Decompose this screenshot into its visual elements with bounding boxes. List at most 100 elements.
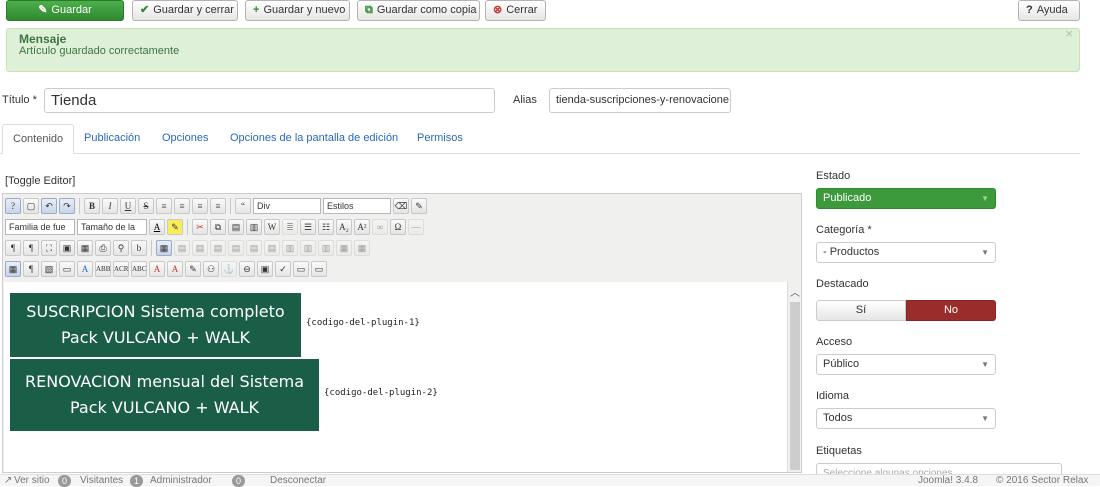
rtl-icon[interactable]: ¶ — [23, 240, 39, 256]
superscript-icon[interactable]: A² — [354, 219, 370, 235]
logout-link[interactable]: Desconectar — [270, 475, 326, 487]
insert-col-before-icon[interactable]: ▥ — [282, 240, 298, 256]
blockquote-icon[interactable]: “ — [235, 198, 251, 214]
styles-icon[interactable]: A — [77, 261, 93, 277]
save-button[interactable]: ✎ Guardar — [6, 0, 124, 21]
insert-text-icon[interactable]: A — [167, 261, 183, 277]
editor-scrollbar[interactable]: ︿ — [787, 282, 801, 472]
tab-permisos[interactable]: Permisos — [407, 124, 473, 154]
delete-col-icon[interactable]: ▥ — [318, 240, 334, 256]
insert-col-after-icon[interactable]: ▥ — [300, 240, 316, 256]
save-close-button[interactable]: ✔ Guardar y cerrar — [132, 0, 238, 21]
alias-input[interactable]: tienda-suscripciones-y-renovacione — [549, 88, 731, 113]
subscript-icon[interactable]: A₂ — [336, 219, 352, 235]
align-justify-icon[interactable]: ≡ — [210, 198, 226, 214]
estado-select[interactable]: Publicado ▼ — [816, 188, 996, 209]
code-icon[interactable]: ▭ — [311, 261, 327, 277]
acronym-icon[interactable]: ACR — [113, 261, 129, 277]
paste-text-icon[interactable]: ▥ — [246, 219, 262, 235]
categoria-select[interactable]: - Productos ▼ — [816, 242, 996, 263]
ltr-icon[interactable]: ¶ — [5, 240, 21, 256]
help-button[interactable]: ? Ayuda — [1018, 0, 1080, 21]
cite-icon[interactable]: ABC — [131, 261, 147, 277]
scrollbar-thumb[interactable] — [790, 302, 800, 470]
link-icon[interactable]: ∞ — [372, 219, 388, 235]
tab-publicacion[interactable]: Publicación — [74, 124, 150, 154]
align-left-icon[interactable]: ≡ — [156, 198, 172, 214]
preview-icon[interactable]: ▣ — [257, 261, 273, 277]
visual-aid-icon[interactable]: ▦ — [5, 261, 21, 277]
tab-opciones-pantalla[interactable]: Opciones de la pantalla de edición — [220, 124, 408, 154]
toggle-editor-link[interactable]: [Toggle Editor] — [5, 175, 75, 187]
fullscreen-icon[interactable]: ⛶ — [41, 240, 57, 256]
undo-icon[interactable]: ↶ — [41, 198, 57, 214]
editor-content[interactable]: SUSCRIPCION Sistema completo Pack VULCAN… — [4, 282, 789, 472]
close-button[interactable]: ⊗ Cerrar — [485, 0, 546, 21]
spellcheck-icon[interactable]: ✓ — [275, 261, 291, 277]
highlight-icon[interactable]: ✎ — [167, 219, 183, 235]
cell-props-icon[interactable]: ▤ — [210, 240, 226, 256]
destacado-no-button[interactable]: No — [906, 300, 996, 321]
template-icon[interactable]: ▧ — [41, 261, 57, 277]
paste-word-icon[interactable]: W — [264, 219, 280, 235]
help-icon[interactable]: ? — [5, 198, 21, 214]
view-site-link[interactable]: Ver sitio — [14, 475, 50, 487]
redo-icon[interactable]: ↷ — [59, 198, 75, 214]
bold-icon[interactable]: B — [84, 198, 100, 214]
media-icon[interactable]: ▦ — [77, 240, 93, 256]
omega-icon[interactable]: Ω — [390, 219, 406, 235]
strikethrough-icon[interactable]: S — [138, 198, 154, 214]
cut-icon[interactable]: ✂ — [192, 219, 208, 235]
save-new-button[interactable]: + Guardar y nuevo — [245, 0, 350, 21]
iframe-icon[interactable]: ▭ — [59, 261, 75, 277]
replace-icon[interactable]: b — [131, 240, 147, 256]
attributes-icon[interactable]: ✎ — [185, 261, 201, 277]
merge-cells-icon[interactable]: ▦ — [354, 240, 370, 256]
font-family-select[interactable]: Familia de fue — [5, 219, 75, 235]
horizontal-rule-icon[interactable]: — — [408, 219, 424, 235]
italic-icon[interactable]: I — [102, 198, 118, 214]
acceso-select[interactable]: Público ▼ — [816, 354, 996, 375]
search-icon[interactable]: ⚲ — [113, 240, 129, 256]
destacado-si-button[interactable]: Sí — [816, 300, 906, 321]
text-color-icon[interactable]: A — [149, 219, 165, 235]
paste-icon[interactable]: ▤ — [228, 219, 244, 235]
align-right-icon[interactable]: ≡ — [192, 198, 208, 214]
idioma-select[interactable]: Todos ▼ — [816, 408, 996, 429]
delete-text-icon[interactable]: A — [149, 261, 165, 277]
new-document-icon[interactable]: ▢ — [23, 198, 39, 214]
tab-opciones[interactable]: Opciones — [152, 124, 218, 154]
underline-icon[interactable]: U — [120, 198, 136, 214]
format-select[interactable]: Div — [253, 198, 321, 214]
layer-icon[interactable]: ▭ — [293, 261, 309, 277]
print-icon[interactable]: ⎙ — [95, 240, 111, 256]
eraser-icon[interactable]: ⌫ — [393, 198, 409, 214]
success-alert: Mensaje Artículo guardado correctamente … — [6, 26, 1080, 72]
styles-select[interactable]: Estilos — [323, 198, 391, 214]
insert-row-after-icon[interactable]: ▤ — [246, 240, 262, 256]
scroll-up-icon[interactable]: ︿ — [790, 284, 800, 299]
font-size-select[interactable]: Tamaño de la — [77, 219, 147, 235]
find-icon[interactable]: ≣ — [282, 219, 298, 235]
anchor-icon[interactable]: ⚓ — [221, 261, 237, 277]
tab-contenido[interactable]: Contenido — [2, 124, 75, 154]
image-icon[interactable]: ▣ — [59, 240, 75, 256]
copy-icon[interactable]: ⧉ — [210, 219, 226, 235]
row-props-icon[interactable]: ▤ — [192, 240, 208, 256]
delete-row-icon[interactable]: ▤ — [264, 240, 280, 256]
align-center-icon[interactable]: ≡ — [174, 198, 190, 214]
abbr-icon[interactable]: ABB — [95, 261, 111, 277]
split-cells-icon[interactable]: ▦ — [336, 240, 352, 256]
alert-close-icon[interactable]: × — [1065, 26, 1073, 41]
title-input[interactable]: Tienda — [44, 88, 495, 113]
save-copy-button[interactable]: ⧉ Guardar como copia — [357, 0, 480, 21]
show-blocks-icon[interactable]: ¶ — [23, 261, 39, 277]
table-icon[interactable]: ▦ — [156, 240, 172, 256]
numbered-list-icon[interactable]: ☷ — [318, 219, 334, 235]
paint-brush-icon[interactable]: ✎ — [411, 198, 427, 214]
nonbreaking-icon[interactable]: ⚇ — [203, 261, 219, 277]
table-props-icon[interactable]: ▤ — [174, 240, 190, 256]
unlink-icon[interactable]: ⊖ — [239, 261, 255, 277]
bullet-list-icon[interactable]: ☰ — [300, 219, 316, 235]
insert-row-before-icon[interactable]: ▤ — [228, 240, 244, 256]
